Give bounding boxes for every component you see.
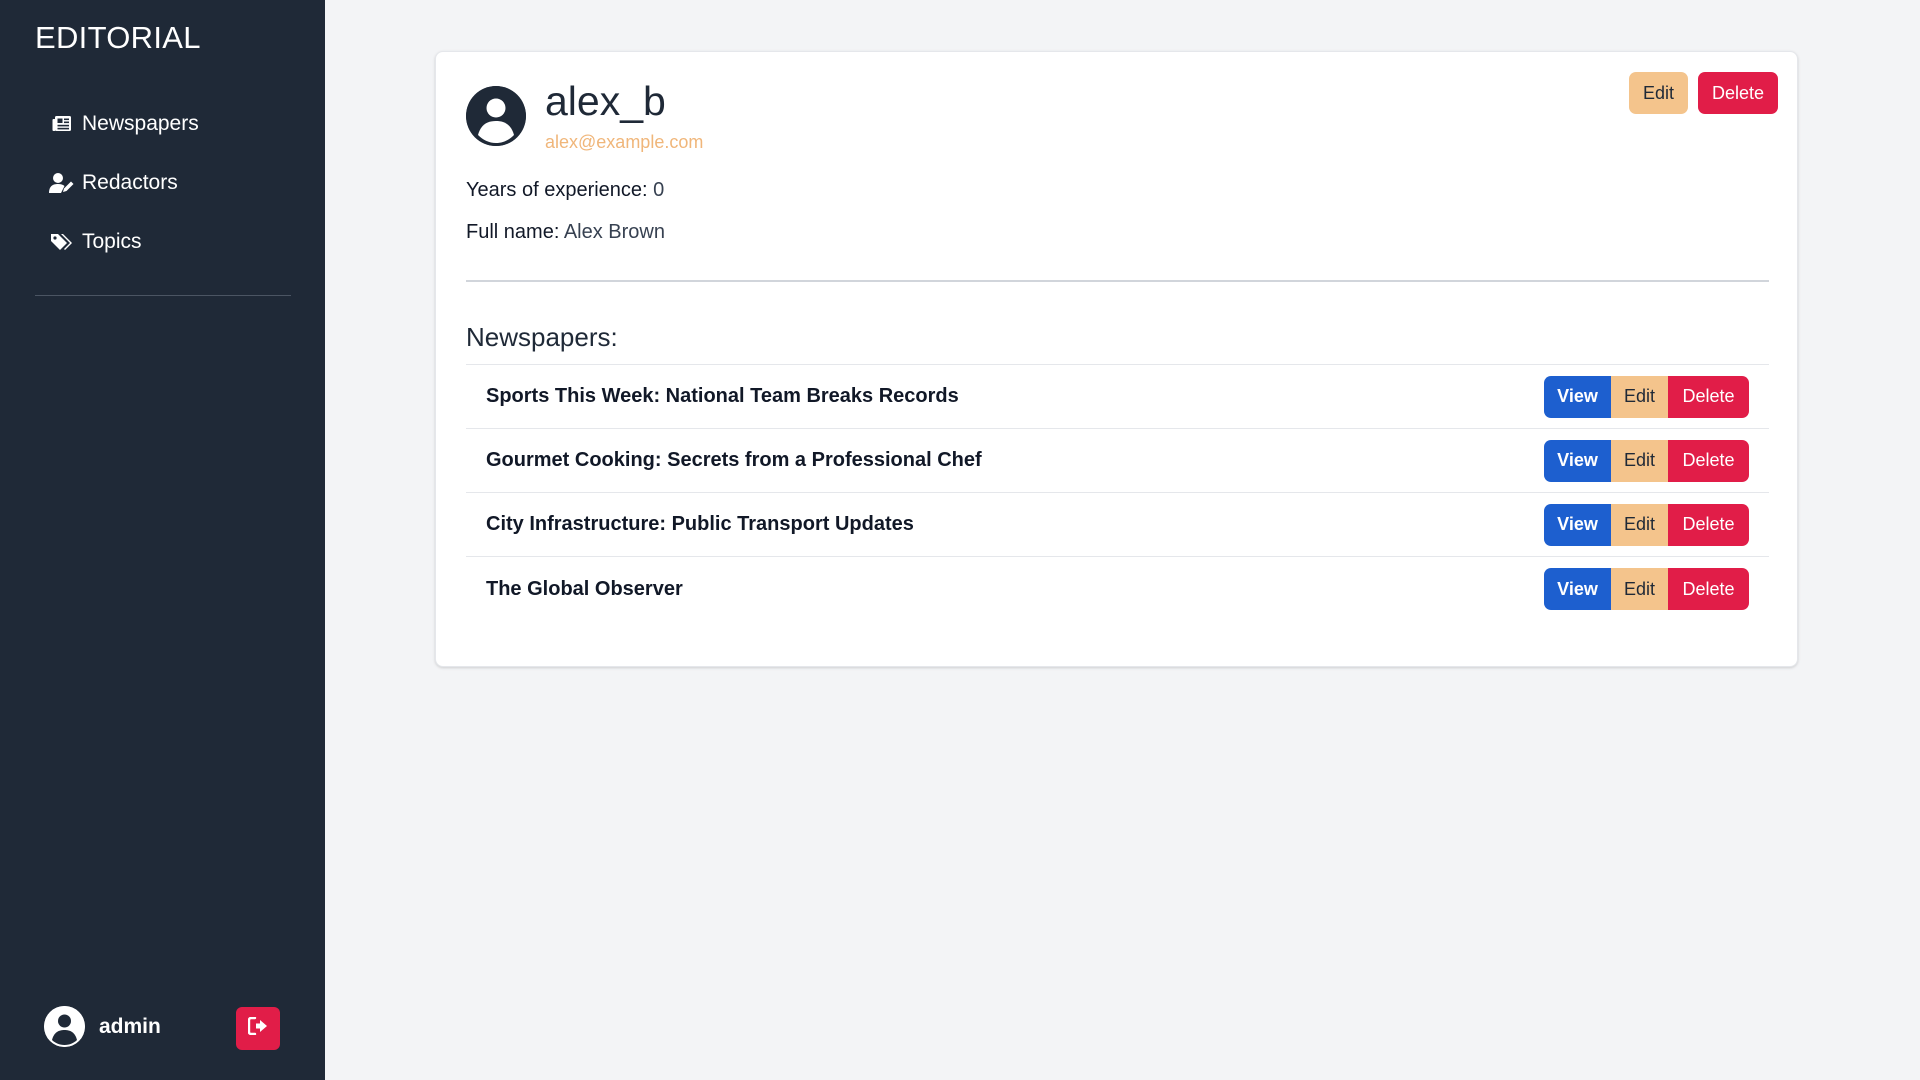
profile-avatar-icon — [466, 86, 526, 146]
newspaper-actions: View Edit Delete — [1544, 375, 1749, 418]
newspaper-actions: View Edit Delete — [1544, 568, 1749, 610]
experience-line: Years of experience: 0 — [466, 179, 664, 202]
sidebar-item-label: Redactors — [82, 170, 178, 194]
sidebar-item-label: Topics — [82, 229, 142, 253]
newspaper-icon — [49, 111, 75, 137]
list-item: Sports This Week: National Team Breaks R… — [466, 365, 1769, 429]
view-newspaper-button[interactable]: View — [1544, 439, 1611, 482]
view-newspaper-button[interactable]: View — [1544, 503, 1611, 546]
logout-button[interactable] — [236, 1007, 280, 1050]
edit-newspaper-button[interactable]: Edit — [1611, 503, 1668, 546]
newspaper-title: Sports This Week: National Team Breaks R… — [486, 385, 959, 407]
current-user[interactable]: admin — [44, 1006, 161, 1047]
delete-newspaper-button[interactable]: Delete — [1668, 375, 1749, 418]
edit-newspaper-button[interactable]: Edit — [1611, 439, 1668, 482]
list-item: City Infrastructure: Public Transport Up… — [466, 493, 1769, 557]
view-newspaper-button[interactable]: View — [1544, 568, 1611, 610]
brand-title: EDITORIAL — [35, 20, 201, 55]
user-circle-icon — [44, 1006, 85, 1047]
sidebar-nav: Newspapers Redactors Topics — [35, 94, 291, 271]
sidebar: EDITORIAL Newspapers Redactors Topics ad… — [0, 0, 325, 1080]
delete-newspaper-button[interactable]: Delete — [1668, 439, 1749, 482]
delete-newspaper-button[interactable]: Delete — [1668, 503, 1749, 546]
logout-icon — [247, 1016, 268, 1040]
newspapers-section-title: Newspapers: — [466, 322, 618, 352]
fullname-line: Full name: Alex Brown — [466, 221, 665, 244]
sidebar-item-topics[interactable]: Topics — [35, 212, 291, 271]
newspaper-title: City Infrastructure: Public Transport Up… — [486, 513, 914, 535]
profile-email-link[interactable]: alex@example.com — [545, 132, 703, 153]
fullname-value: Alex Brown — [563, 221, 665, 243]
card-divider — [466, 280, 1769, 282]
delete-newspaper-button[interactable]: Delete — [1668, 568, 1749, 610]
sidebar-divider — [35, 295, 291, 296]
newspaper-actions: View Edit Delete — [1544, 439, 1749, 482]
experience-label: Years of experience: — [466, 179, 648, 201]
redactor-detail-card: alex_b alex@example.com Edit Delete Year… — [435, 51, 1798, 667]
list-item: Gourmet Cooking: Secrets from a Professi… — [466, 429, 1769, 493]
tags-icon — [49, 229, 75, 255]
edit-newspaper-button[interactable]: Edit — [1611, 375, 1668, 418]
sidebar-item-label: Newspapers — [82, 111, 199, 135]
profile-username: alex_b — [545, 78, 666, 124]
sidebar-item-newspapers[interactable]: Newspapers — [35, 94, 291, 153]
newspaper-title: The Global Observer — [486, 577, 683, 600]
user-edit-icon — [49, 170, 75, 196]
newspaper-actions: View Edit Delete — [1544, 503, 1749, 546]
newspaper-title: Gourmet Cooking: Secrets from a Professi… — [486, 449, 982, 471]
experience-value: 0 — [653, 179, 665, 201]
view-newspaper-button[interactable]: View — [1544, 375, 1611, 418]
edit-newspaper-button[interactable]: Edit — [1611, 568, 1668, 610]
fullname-label: Full name: — [466, 221, 560, 243]
edit-redactor-button[interactable]: Edit — [1628, 72, 1688, 114]
sidebar-item-redactors[interactable]: Redactors — [35, 153, 291, 212]
user-name: admin — [99, 1014, 161, 1038]
delete-redactor-button[interactable]: Delete — [1697, 72, 1778, 114]
newspapers-list: Sports This Week: National Team Breaks R… — [466, 364, 1769, 621]
list-item: The Global Observer View Edit Delete — [466, 557, 1769, 621]
profile-actions: Edit Delete — [1628, 72, 1778, 114]
